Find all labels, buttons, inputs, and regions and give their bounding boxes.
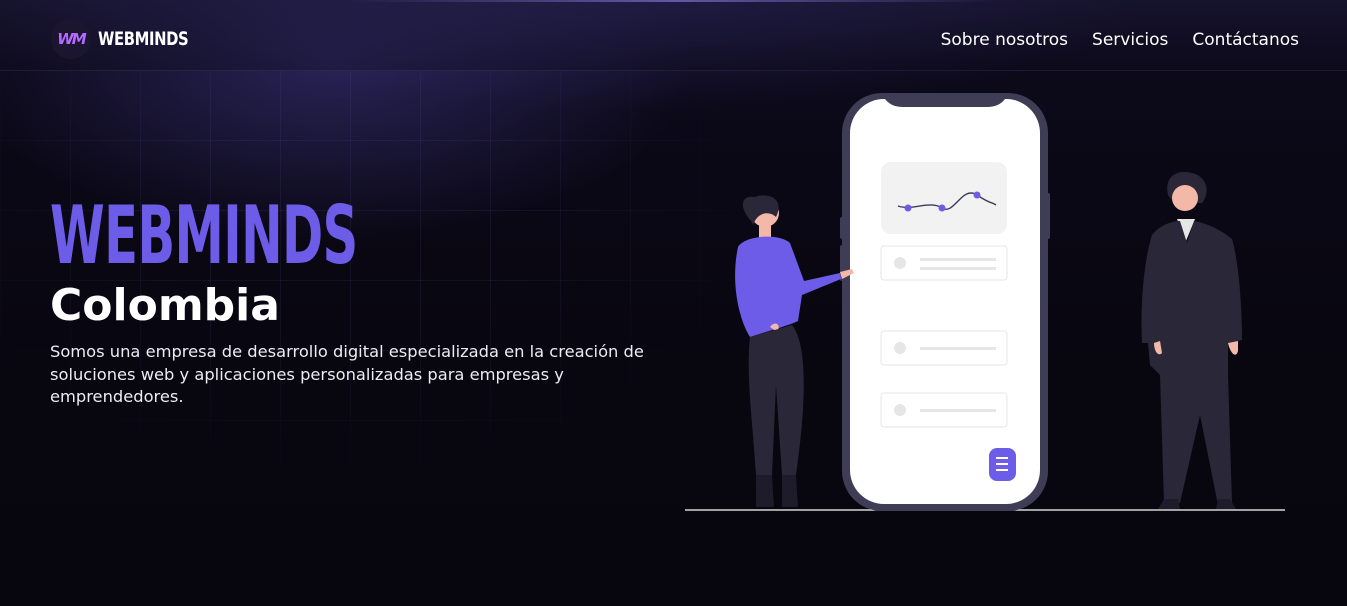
phone-icon [840, 93, 1050, 511]
nav-link-contactanos[interactable]: Contáctanos [1192, 30, 1299, 50]
hero-description: Somos una empresa de desarrollo digital … [50, 342, 644, 406]
site-header: WM WEBMINDS Sobre nosotros Servicios Con… [0, 0, 1347, 71]
hero-title: WEBMINDS [50, 189, 358, 282]
phone-app-people-illustration [685, 93, 1285, 511]
woman-figure-icon [735, 195, 854, 507]
phone-list-item [880, 392, 1008, 428]
nav-link-sobre-nosotros[interactable]: Sobre nosotros [941, 30, 1068, 50]
phone-list-item [880, 330, 1008, 366]
man-figure-icon [1141, 171, 1242, 509]
nav-link-servicios[interactable]: Servicios [1092, 30, 1168, 50]
main-nav: Sobre nosotros Servicios Contáctanos [941, 30, 1299, 50]
logo-initials: WM [57, 30, 87, 48]
brand-name[interactable]: WEBMINDS [98, 28, 189, 50]
header-glow-line [350, 0, 1000, 2]
logo-icon[interactable]: WM [51, 19, 91, 59]
hero-subtitle: Colombia [50, 280, 280, 331]
document-icon [989, 448, 1016, 481]
phone-chart-card [881, 162, 1007, 234]
phone-list-item [880, 245, 1008, 281]
